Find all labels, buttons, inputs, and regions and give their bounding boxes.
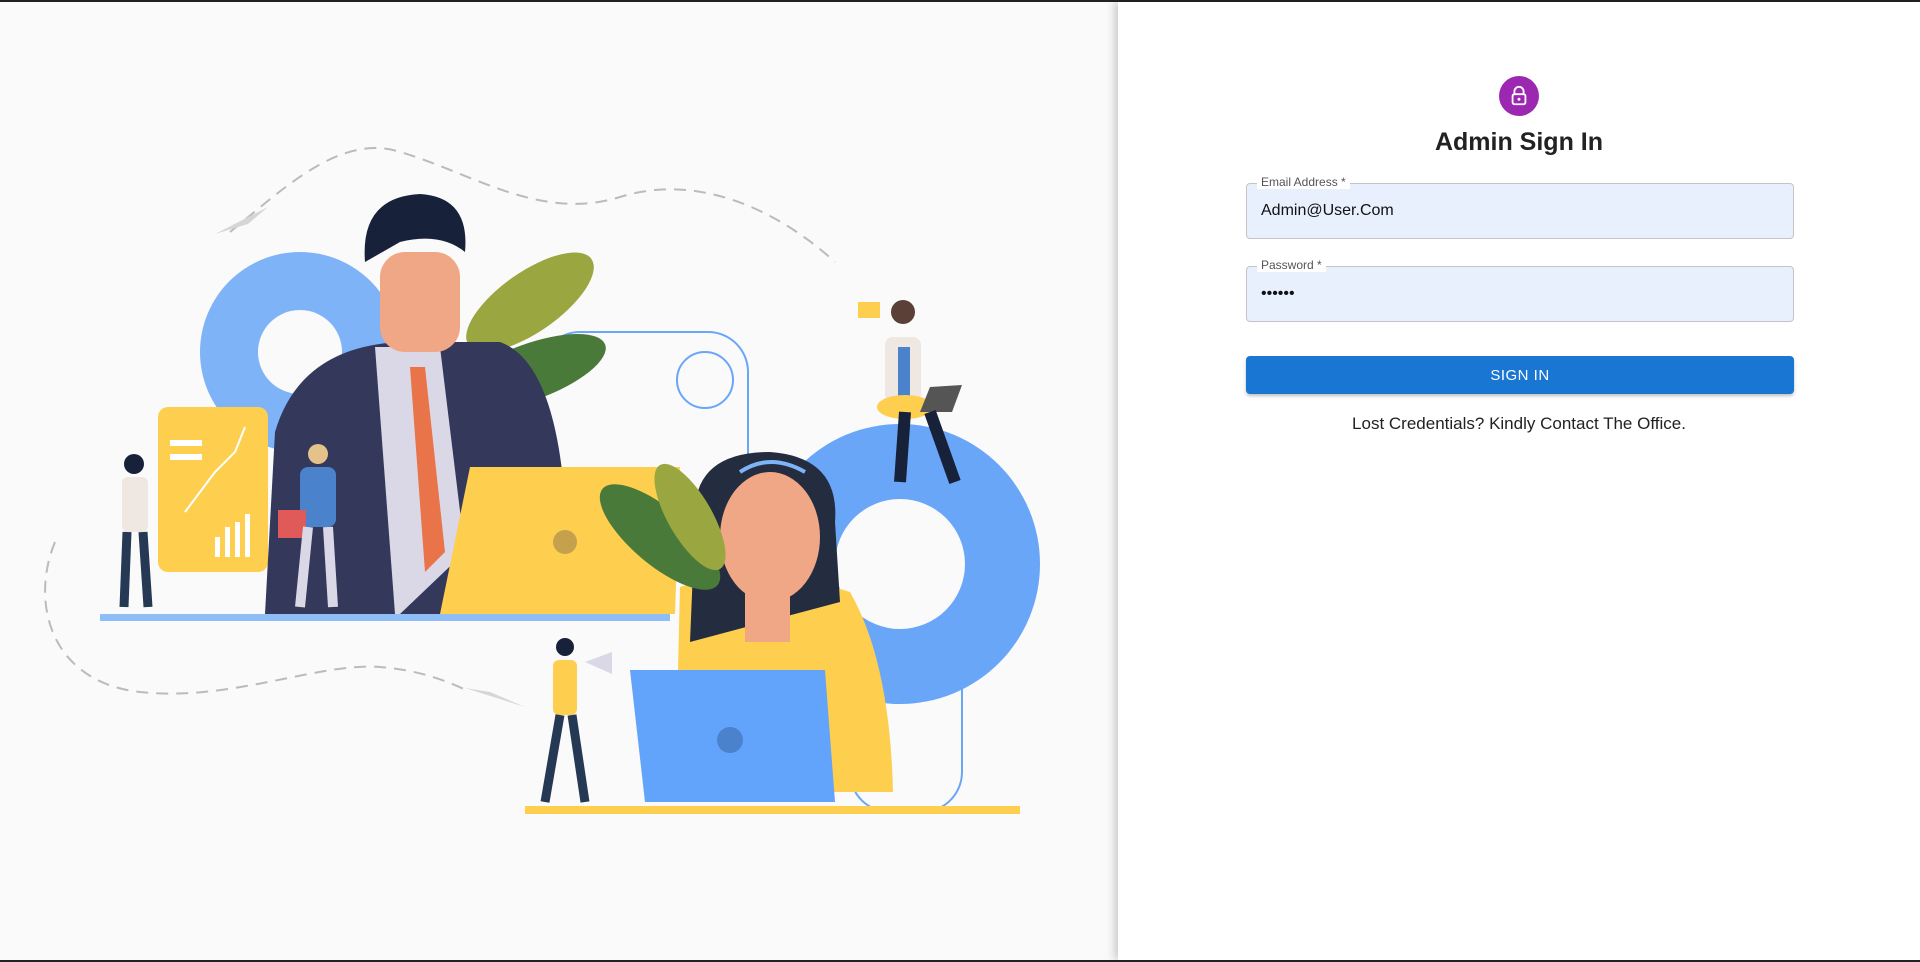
password-field[interactable]: Password * •••••• <box>1246 258 1794 322</box>
business-team-illustration <box>44 147 1040 814</box>
password-label: Password * <box>1257 258 1326 272</box>
illustration-panel <box>0 2 1118 960</box>
lock-icon <box>1499 76 1539 116</box>
email-label: Email Address * <box>1257 175 1350 189</box>
email-field[interactable]: Email Address * Admin@User.Com <box>1246 175 1794 239</box>
email-value[interactable]: Admin@User.Com <box>1261 202 1394 220</box>
password-value[interactable]: •••••• <box>1261 285 1295 303</box>
help-text: Lost Credentials? Kindly Contact The Off… <box>1352 414 1686 433</box>
sign-in-button[interactable]: SIGN IN <box>1246 356 1794 394</box>
signin-panel: Admin Sign In Email Address * Admin@User… <box>1118 2 1920 960</box>
page-title: Admin Sign In <box>1434 128 1604 156</box>
